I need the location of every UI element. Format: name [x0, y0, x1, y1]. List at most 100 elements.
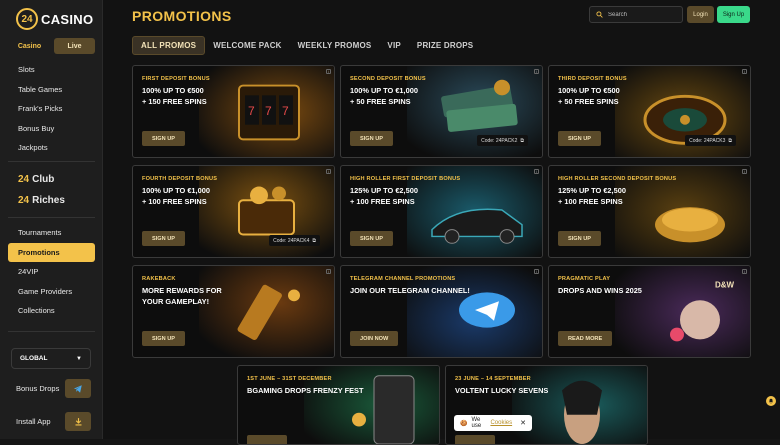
nav-item-promotions[interactable]: Promotions — [8, 242, 95, 262]
promo-card[interactable]: i HIGH ROLLER FIRST DEPOSIT BONUS 125% U… — [340, 165, 543, 258]
club-name: Club — [32, 174, 55, 185]
search-box[interactable] — [589, 6, 683, 23]
divider — [8, 161, 95, 162]
card-category: SECOND DEPOSIT BONUS — [350, 76, 426, 82]
notification-bell-icon[interactable] — [766, 396, 776, 406]
bonus-drops-row: Bonus Drops — [16, 379, 91, 398]
logo-text: CASINO — [41, 11, 94, 27]
promo-card[interactable]: 23 JUNE – 14 SEPTEMBER VOLTENT LUCKY SEV… — [445, 365, 648, 445]
cookie-banner: 🍪 We use Cookies ✕ — [454, 415, 532, 431]
svg-text:D&W: D&W — [715, 281, 735, 290]
nav-item-bonus-buy[interactable]: Bonus Buy — [8, 119, 95, 139]
nav-item-tournaments[interactable]: Tournaments — [8, 223, 95, 243]
tab-all-promos[interactable]: ALL PROMOS — [132, 36, 206, 55]
nav-item-table-games[interactable]: Table Games — [8, 80, 95, 100]
card-category: HIGH ROLLER FIRST DEPOSIT BONUS — [350, 176, 461, 182]
tab-prize-drops[interactable]: PRIZE DROPS — [409, 36, 481, 55]
install-app-row: Install App — [16, 412, 91, 431]
logo-badge: 24 — [16, 8, 38, 30]
signup-card-button[interactable]: SIGN UP — [142, 331, 186, 346]
signup-card-button[interactable]: SIGN UP — [142, 231, 186, 246]
copy-icon[interactable]: ⧉ — [312, 238, 316, 244]
signup-button[interactable]: Sign Up — [717, 6, 750, 23]
card-headline-line: 100% UP TO €1,000 — [142, 186, 210, 195]
promo-card[interactable]: i FOURTH DEPOSIT BONUS 100% UP TO €1,000… — [132, 165, 335, 258]
logo[interactable]: 24 CASINO — [16, 8, 93, 30]
copy-icon[interactable]: ⧉ — [520, 138, 524, 144]
tab-vip[interactable]: VIP — [379, 36, 409, 55]
card-headline: 100% UP TO €1,000 + 50 FREE SPINS — [350, 86, 465, 107]
signup-card-button[interactable]: SIGN UP — [142, 131, 186, 146]
info-icon[interactable]: i — [534, 269, 539, 274]
signup-card-button[interactable]: SIGN UP — [350, 131, 394, 146]
promo-card[interactable]: 1ST JUNE – 31ST DECEMBER BGAMING DROPS F… — [237, 365, 440, 445]
nav-clubs: 24 Club 24 Riches — [8, 169, 95, 211]
svg-text:7: 7 — [282, 104, 289, 118]
promo-card[interactable]: i HIGH ROLLER SECOND DEPOSIT BONUS 125% … — [548, 165, 751, 258]
card-button[interactable] — [455, 435, 495, 444]
card-headline-line: MORE REWARDS FOR — [142, 286, 222, 295]
nav-top: Slots Table Games Frank's Picks Bonus Bu… — [8, 60, 95, 158]
nav-item-franks-picks[interactable]: Frank's Picks — [8, 99, 95, 119]
club-num: 24 — [18, 174, 30, 185]
info-icon[interactable]: i — [326, 169, 331, 174]
nav-item-24-riches[interactable]: 24 Riches — [8, 190, 95, 211]
mode-live-button[interactable]: Live — [54, 38, 95, 54]
mode-casino-button[interactable]: Casino — [9, 38, 50, 54]
bonus-drops-button[interactable] — [65, 379, 91, 398]
card-headline: JOIN OUR TELEGRAM CHANNEL! — [350, 286, 470, 295]
language-label: GLOBAL — [20, 355, 48, 362]
read-more-button[interactable]: READ MORE — [558, 331, 613, 346]
nav-item-game-providers[interactable]: Game Providers — [8, 282, 95, 302]
card-headline-line: + 50 FREE SPINS — [350, 96, 411, 106]
search-input[interactable] — [608, 11, 678, 18]
promo-card[interactable]: i SECOND DEPOSIT BONUS 100% UP TO €1,000… — [340, 65, 543, 158]
promo-code[interactable]: Code: 24PACK2 ⧉ — [477, 135, 528, 146]
card-category: 23 JUNE – 14 SEPTEMBER — [455, 376, 531, 382]
svg-text:7: 7 — [265, 104, 272, 118]
nav-item-24vip[interactable]: 24VIP — [8, 262, 95, 282]
info-icon[interactable]: i — [742, 169, 747, 174]
card-headline: 100% UP TO €1,000 + 100 FREE SPINS — [142, 186, 257, 207]
nav-item-collections[interactable]: Collections — [8, 301, 95, 321]
promo-card[interactable]: 7 7 7 i FIRST DEPOSIT BONUS 100% UP TO €… — [132, 65, 335, 158]
promo-card[interactable]: i RAKEBACK MORE REWARDS FOR YOUR GAMEPLAY… — [132, 265, 335, 358]
signup-card-button[interactable]: SIGN UP — [350, 231, 394, 246]
install-app-label: Install App — [16, 417, 51, 426]
promo-code[interactable]: Code: 24PACK3 ⧉ — [685, 135, 736, 146]
promo-card[interactable]: D&W i PRAGMATIC PLAY DROPS AND WINS 2025… — [548, 265, 751, 358]
install-app-button[interactable] — [65, 412, 91, 431]
signup-card-button[interactable]: SIGN UP — [558, 231, 602, 246]
card-headline: MORE REWARDS FOR YOUR GAMEPLAY! — [142, 286, 257, 307]
nav-item-24-club[interactable]: 24 Club — [8, 169, 95, 190]
card-category: RAKEBACK — [142, 276, 176, 282]
tab-welcome-pack[interactable]: WELCOME PACK — [205, 36, 289, 55]
download-icon — [75, 418, 81, 426]
divider — [8, 331, 95, 332]
info-icon[interactable]: i — [742, 269, 747, 274]
info-icon[interactable]: i — [534, 69, 539, 74]
card-button[interactable] — [247, 435, 287, 444]
card-category: PRAGMATIC PLAY — [558, 276, 611, 282]
card-category: TELEGRAM CHANNEL PROMOTIONS — [350, 276, 456, 282]
cookies-link[interactable]: Cookies — [490, 420, 512, 426]
close-icon[interactable]: ✕ — [520, 419, 526, 427]
nav-item-jackpots[interactable]: Jackpots — [8, 138, 95, 158]
promo-card[interactable]: i THIRD DEPOSIT BONUS 100% UP TO €500 + 5… — [548, 65, 751, 158]
tab-weekly-promos[interactable]: WEEKLY PROMOS — [290, 36, 380, 55]
promo-code[interactable]: Code: 24PACK4 ⧉ — [269, 235, 320, 246]
login-button[interactable]: Login — [687, 6, 714, 23]
promo-card[interactable]: i TELEGRAM CHANNEL PROMOTIONS JOIN OUR T… — [340, 265, 543, 358]
info-icon[interactable]: i — [326, 269, 331, 274]
join-now-button[interactable]: JOIN NOW — [350, 331, 399, 346]
language-select[interactable]: GLOBAL ▼ — [11, 348, 91, 369]
card-headline-line: 125% UP TO €2,500 — [350, 186, 418, 195]
info-icon[interactable]: i — [742, 69, 747, 74]
mode-switch: Casino Live — [9, 38, 95, 54]
copy-icon[interactable]: ⧉ — [728, 138, 732, 144]
nav-item-slots[interactable]: Slots — [8, 60, 95, 80]
signup-card-button[interactable]: SIGN UP — [558, 131, 602, 146]
info-icon[interactable]: i — [326, 69, 331, 74]
card-headline-line: 100% UP TO €500 — [558, 86, 620, 95]
info-icon[interactable]: i — [534, 169, 539, 174]
